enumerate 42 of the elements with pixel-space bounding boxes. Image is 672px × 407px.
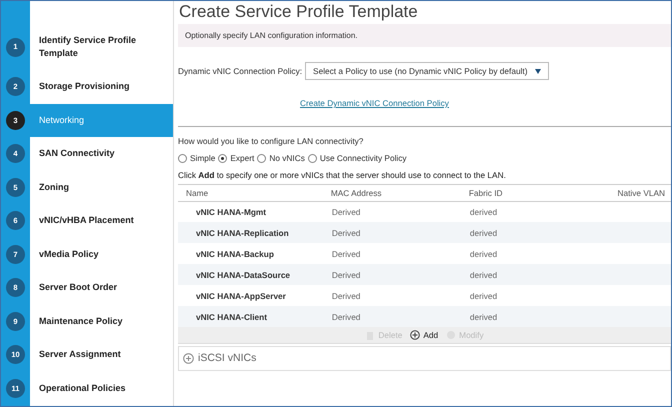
- radio-button[interactable]: [178, 154, 187, 163]
- radio-label: Simple: [190, 152, 216, 164]
- table-cell: vNIC HANA-AppServer: [178, 285, 331, 306]
- column-header: MAC Address: [330, 184, 469, 202]
- create-policy-link[interactable]: Create Dynamic vNIC Connection Policy: [300, 97, 449, 110]
- table-cell: derived: [468, 264, 617, 286]
- table-cell: vNIC HANA-DataSource: [178, 264, 331, 286]
- column-header: Name: [178, 184, 331, 202]
- radio-button[interactable]: [218, 154, 228, 163]
- table-cell: derived: [468, 306, 617, 328]
- radio-button[interactable]: [257, 154, 266, 163]
- table-cell: vNIC HANA-Client: [178, 306, 331, 328]
- table-cell: Derived: [330, 264, 469, 286]
- iscsi-expander[interactable]: iSCSI vNICs: [178, 346, 671, 372]
- plus-circle-icon: [183, 353, 194, 364]
- radio-label: No vNICs: [269, 152, 305, 164]
- table-cell: vNIC HANA-Mgmt: [178, 201, 331, 222]
- caret-icon: [535, 68, 542, 74]
- column-header: Fabric ID: [468, 184, 617, 202]
- table-cell: derived: [468, 285, 617, 306]
- field-label: Dynamic vNIC Connection Policy:: [178, 64, 302, 78]
- table-cell: vNIC HANA-Replication: [178, 222, 331, 244]
- table-cell: derived: [468, 243, 617, 264]
- table-cell: Derived: [330, 285, 469, 306]
- info-text: Optionally specify LAN configuration information.: [185, 30, 358, 42]
- question-text: How would you like to configure LAN connectivity?: [178, 134, 364, 147]
- table-cell: Derived: [330, 306, 469, 328]
- page-title: Create Service Profile Template: [179, 1, 419, 22]
- table-cell: Derived: [330, 243, 469, 264]
- plus-circle-icon: [410, 330, 420, 340]
- table-cell: derived: [468, 201, 617, 222]
- table-cell: vNIC HANA-Backup: [178, 243, 331, 264]
- table-cell: Derived: [330, 222, 469, 244]
- radio-label: Expert: [230, 152, 254, 164]
- add-button[interactable]: Add: [410, 329, 438, 342]
- radio-button[interactable]: [308, 154, 317, 163]
- table-cell: Derived: [330, 201, 469, 222]
- instruction-text: Click Add to specify one or more vNICs that the server should use to connect to the LAN.: [178, 169, 507, 182]
- column-header: Native VLAN: [616, 184, 671, 202]
- table-cell: derived: [468, 222, 617, 244]
- policy-dropdown[interactable]: Select a Policy to use (no Dynamic vNIC Policy by default): [305, 62, 550, 80]
- radio-label: Use Connectivity Policy: [320, 152, 407, 164]
